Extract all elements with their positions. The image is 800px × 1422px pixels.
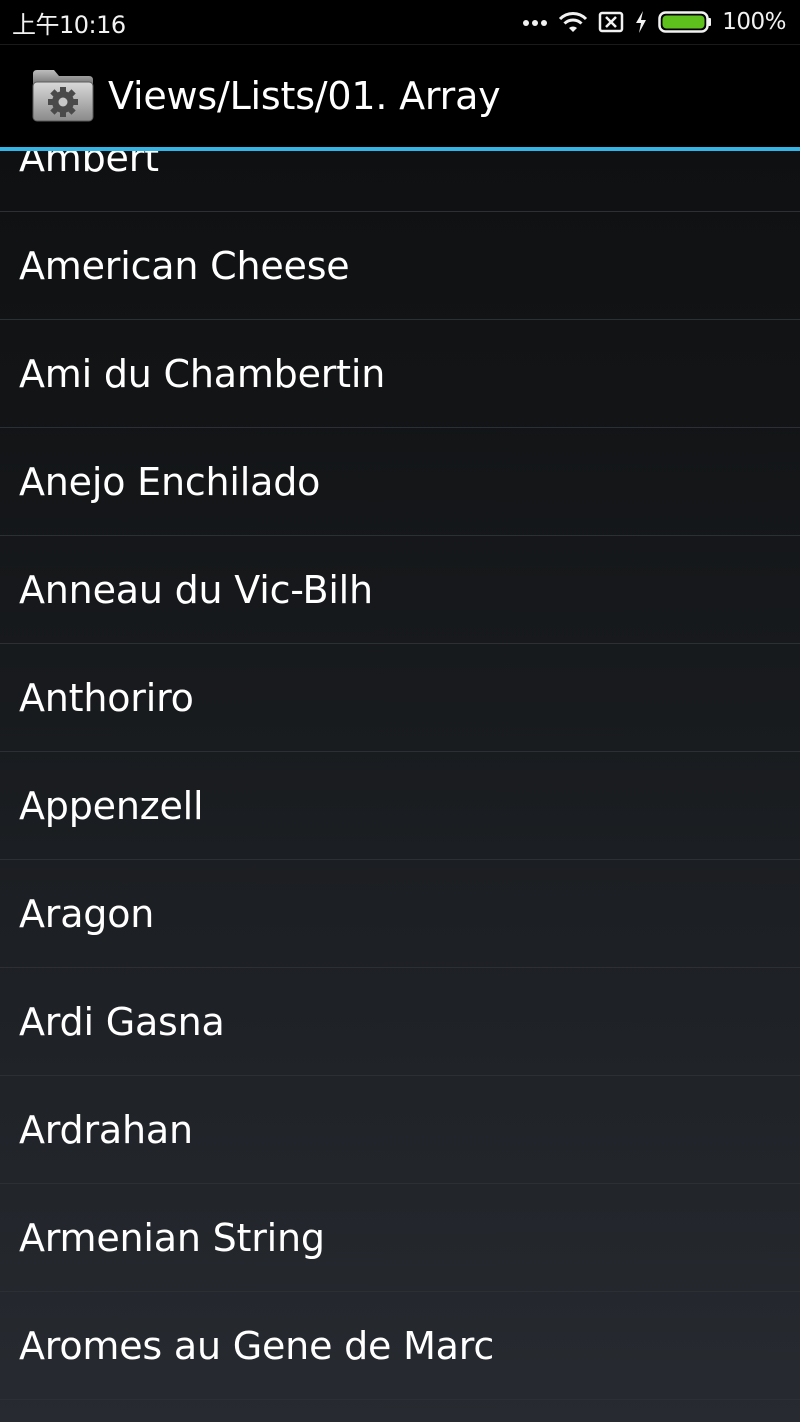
- page-title: Views/Lists/01. Array: [108, 74, 501, 118]
- list-item[interactable]: American Cheese: [0, 212, 800, 320]
- list-item[interactable]: Appenzell: [0, 752, 800, 860]
- list-item-label: Ardi Gasna: [19, 999, 225, 1044]
- list-item-label: American Cheese: [19, 243, 350, 288]
- list-item[interactable]: Aragon: [0, 860, 800, 968]
- list-item[interactable]: Armenian String: [0, 1184, 800, 1292]
- status-bar: 上午10:16 100%: [0, 0, 800, 44]
- list-view[interactable]: Ambert American Cheese Ami du Chambertin…: [0, 151, 800, 1422]
- action-bar: Views/Lists/01. Array: [0, 44, 800, 147]
- list-item[interactable]: Aromes au Gene de Marc: [0, 1292, 800, 1400]
- cheese-list: Ambert American Cheese Ami du Chambertin…: [0, 151, 800, 1400]
- settings-folder-icon[interactable]: [30, 68, 96, 124]
- list-item-label: Ambert: [19, 151, 159, 180]
- list-item-label: Aragon: [19, 891, 155, 936]
- battery-icon: [658, 11, 712, 33]
- list-item[interactable]: Ardi Gasna: [0, 968, 800, 1076]
- screen: 上午10:16 100% Views/Lists/01. Array Amber…: [0, 0, 800, 1422]
- charging-bolt-icon: [634, 10, 648, 34]
- list-item-label: Anthoriro: [19, 675, 194, 720]
- list-item[interactable]: Anejo Enchilado: [0, 428, 800, 536]
- list-item-label: Anneau du Vic-Bilh: [19, 567, 373, 612]
- list-item-label: Ardrahan: [19, 1107, 193, 1152]
- list-item[interactable]: Anneau du Vic-Bilh: [0, 536, 800, 644]
- list-item[interactable]: Ambert: [0, 151, 800, 212]
- list-item[interactable]: Anthoriro: [0, 644, 800, 752]
- list-item-label: Ami du Chambertin: [19, 351, 386, 396]
- status-time: 上午10:16: [12, 10, 126, 39]
- list-item[interactable]: Ardrahan: [0, 1076, 800, 1184]
- list-item[interactable]: Ami du Chambertin: [0, 320, 800, 428]
- wifi-icon: [558, 10, 588, 34]
- list-item-label: Appenzell: [19, 783, 204, 828]
- battery-percent: 100%: [722, 9, 786, 35]
- no-sim-icon: [598, 11, 624, 33]
- more-dots-icon: [522, 17, 548, 27]
- list-item-label: Aromes au Gene de Marc: [19, 1323, 495, 1368]
- list-item-label: Armenian String: [19, 1215, 325, 1260]
- status-icons: 100%: [522, 9, 786, 35]
- list-item-label: Anejo Enchilado: [19, 459, 321, 504]
